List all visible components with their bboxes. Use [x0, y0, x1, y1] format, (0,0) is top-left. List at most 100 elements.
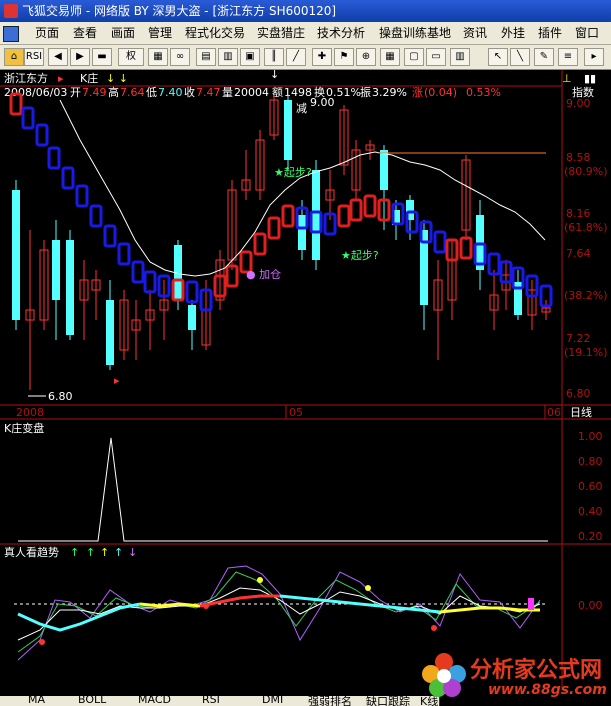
table-icon[interactable]: ▦: [380, 48, 400, 66]
chart-icon[interactable]: ▤: [196, 48, 216, 66]
menu-item-hunt[interactable]: 实盘猎庄: [254, 25, 308, 41]
start-annotation-2: ★起步?: [341, 249, 379, 262]
list-icon[interactable]: ≡: [558, 48, 578, 66]
price-axis: 9.00 8.58 (80.9%) 8.16 (61.8%) 7.64 (38.…: [564, 97, 608, 400]
bar-icon[interactable]: ▬: [92, 48, 112, 66]
volume-label: 量: [222, 86, 233, 99]
link-icon[interactable]: ∞: [170, 48, 190, 66]
menu-item-tech-analysis[interactable]: 技术分析: [314, 25, 368, 41]
lock-icon[interactable]: ⊥: [562, 72, 572, 85]
arrows-marker: ↓ ↓: [106, 72, 128, 85]
k-zhuang-box: [363, 194, 377, 218]
high-marker: 9.00: [310, 96, 335, 109]
cursor-icon[interactable]: ↖: [488, 48, 508, 66]
k-zhuang-box: [35, 123, 49, 147]
k-zhuang-box: [131, 260, 145, 284]
change-label: 涨: [412, 86, 423, 99]
menu-item-view[interactable]: 查看: [70, 25, 100, 41]
rights-button[interactable]: 权: [118, 48, 144, 66]
more-icon[interactable]: ▸: [584, 48, 604, 66]
menu-item-page[interactable]: 页面: [32, 25, 62, 41]
k-zhuang-box: [433, 230, 447, 254]
panel2-title: K庄变盘: [4, 421, 44, 435]
reduce-annotation: 减: [296, 102, 307, 115]
k-zhuang-box: [47, 146, 61, 170]
menu-item-canvas[interactable]: 画面: [108, 25, 138, 41]
k-zhuang-box: [349, 198, 363, 222]
rsi-button[interactable]: RSI: [24, 48, 44, 66]
expand-icon[interactable]: ▮▮: [584, 72, 596, 85]
buy-arrow-icon: ▸: [114, 374, 120, 387]
time-label-05: 05: [289, 406, 303, 419]
change-value: (0.04): [424, 86, 457, 99]
pen-icon[interactable]: ✎: [534, 48, 554, 66]
menu-item-plugins[interactable]: 插件: [535, 25, 565, 41]
page-icon[interactable]: ▢: [404, 48, 424, 66]
signal-dot-red-3: [431, 625, 437, 631]
bottom-tab-strip: MA BOLL MACD RSI DMI 强弱排名 缺口跟踪 K线图: [0, 696, 440, 706]
tab-strength-rank[interactable]: 强弱排名: [308, 696, 352, 706]
menu-item-info[interactable]: 资讯: [460, 25, 490, 41]
tick-pct-191: (19.1%): [564, 346, 608, 359]
tick-722: 7.22: [566, 332, 591, 345]
menu-item-window[interactable]: 窗口: [572, 25, 602, 41]
k-zhuang-box: [117, 242, 131, 266]
flag-icon[interactable]: ⚑: [334, 48, 354, 66]
p2-tick-060: 0.60: [578, 480, 603, 493]
tab-macd[interactable]: MACD: [138, 696, 171, 706]
menu-item-manage[interactable]: 管理: [145, 25, 175, 41]
p2-tick-040: 0.40: [578, 505, 603, 518]
k-zhuang-box: [185, 280, 199, 304]
trend-arrow-2: ↑: [86, 546, 95, 559]
line-icon[interactable]: ╱: [286, 48, 306, 66]
time-label-2008: 2008: [16, 406, 44, 419]
draw-line-icon[interactable]: ╲: [510, 48, 530, 66]
close-label: 收: [184, 85, 195, 99]
home-icon[interactable]: ⌂: [4, 48, 24, 66]
window-icon[interactable]: ▭: [426, 48, 446, 66]
forward-icon[interactable]: ▶: [70, 48, 90, 66]
menu-bar: 页面 查看 画面 管理 程式化交易 实盘猎庄 技术分析 操盘训练基地 资讯 外挂…: [0, 22, 611, 45]
candle-body: [312, 170, 320, 260]
trend-line-green: [17, 571, 541, 653]
menu-item-training[interactable]: 操盘训练基地: [376, 25, 454, 41]
flower-logo-icon: [422, 653, 466, 697]
red-arrow-icon: ▸: [58, 72, 64, 85]
stock-chart[interactable]: 浙江东方 ▸ K庄 ↓ ↓ ⊥ ▮▮ 2008/06/03 开 7.49 高 7…: [0, 70, 611, 706]
tab-boll[interactable]: BOLL: [78, 696, 106, 706]
zoom-icon[interactable]: ⊕: [356, 48, 376, 66]
signal-dot-red-1: [39, 639, 45, 645]
trend-line-yellow-2: [439, 606, 540, 614]
k-zhuang-box: [267, 216, 281, 240]
tool-icon[interactable]: ✚: [312, 48, 332, 66]
tick-pct-809: (80.9%): [564, 165, 608, 178]
menu-item-plugin-ext[interactable]: 外挂: [498, 25, 528, 41]
bars-icon[interactable]: ║: [264, 48, 284, 66]
back-icon[interactable]: ◀: [48, 48, 68, 66]
tab-gap-track[interactable]: 缺口跟踪: [366, 696, 410, 706]
panel2-axis: 1.00 0.80 0.60 0.40 0.20: [578, 430, 603, 543]
grid-icon[interactable]: ▦: [148, 48, 168, 66]
tab-rsi[interactable]: RSI: [202, 696, 220, 706]
tab-ma[interactable]: MA: [28, 696, 45, 706]
trend-arrow-4: ↑: [114, 546, 123, 559]
tick-900: 9.00: [566, 97, 591, 110]
k-zhuang-box: [281, 204, 295, 228]
amplitude-label: 振: [360, 85, 371, 99]
candle-body: [380, 150, 388, 190]
watermark-url: www.88gs.com: [488, 682, 607, 698]
trend-arrow-1: ↑: [70, 546, 79, 559]
k-zhuang-box: [459, 236, 473, 260]
down-arrow-icon: ↓: [270, 70, 279, 81]
image-icon[interactable]: ▣: [240, 48, 260, 66]
tab-dmi[interactable]: DMI: [262, 696, 283, 706]
toolbar: ⌂ RSI ◀ ▶ ▬ 权 ▦ ∞ ▤ ▥ ▣ ║ ╱ ✚ ⚑ ⊕ ▦ ▢ ▭ …: [0, 45, 611, 70]
k-zhuang-pulse-line: [18, 437, 548, 542]
close-value: 7.47: [196, 86, 221, 99]
candle-body: [66, 240, 74, 335]
chart2-icon[interactable]: ▥: [450, 48, 470, 66]
menu-item-program-trading[interactable]: 程式化交易: [182, 25, 248, 41]
app-menu-icon[interactable]: [3, 26, 19, 42]
period-label: 日线: [570, 405, 592, 419]
candle-icon[interactable]: ▥: [218, 48, 238, 66]
